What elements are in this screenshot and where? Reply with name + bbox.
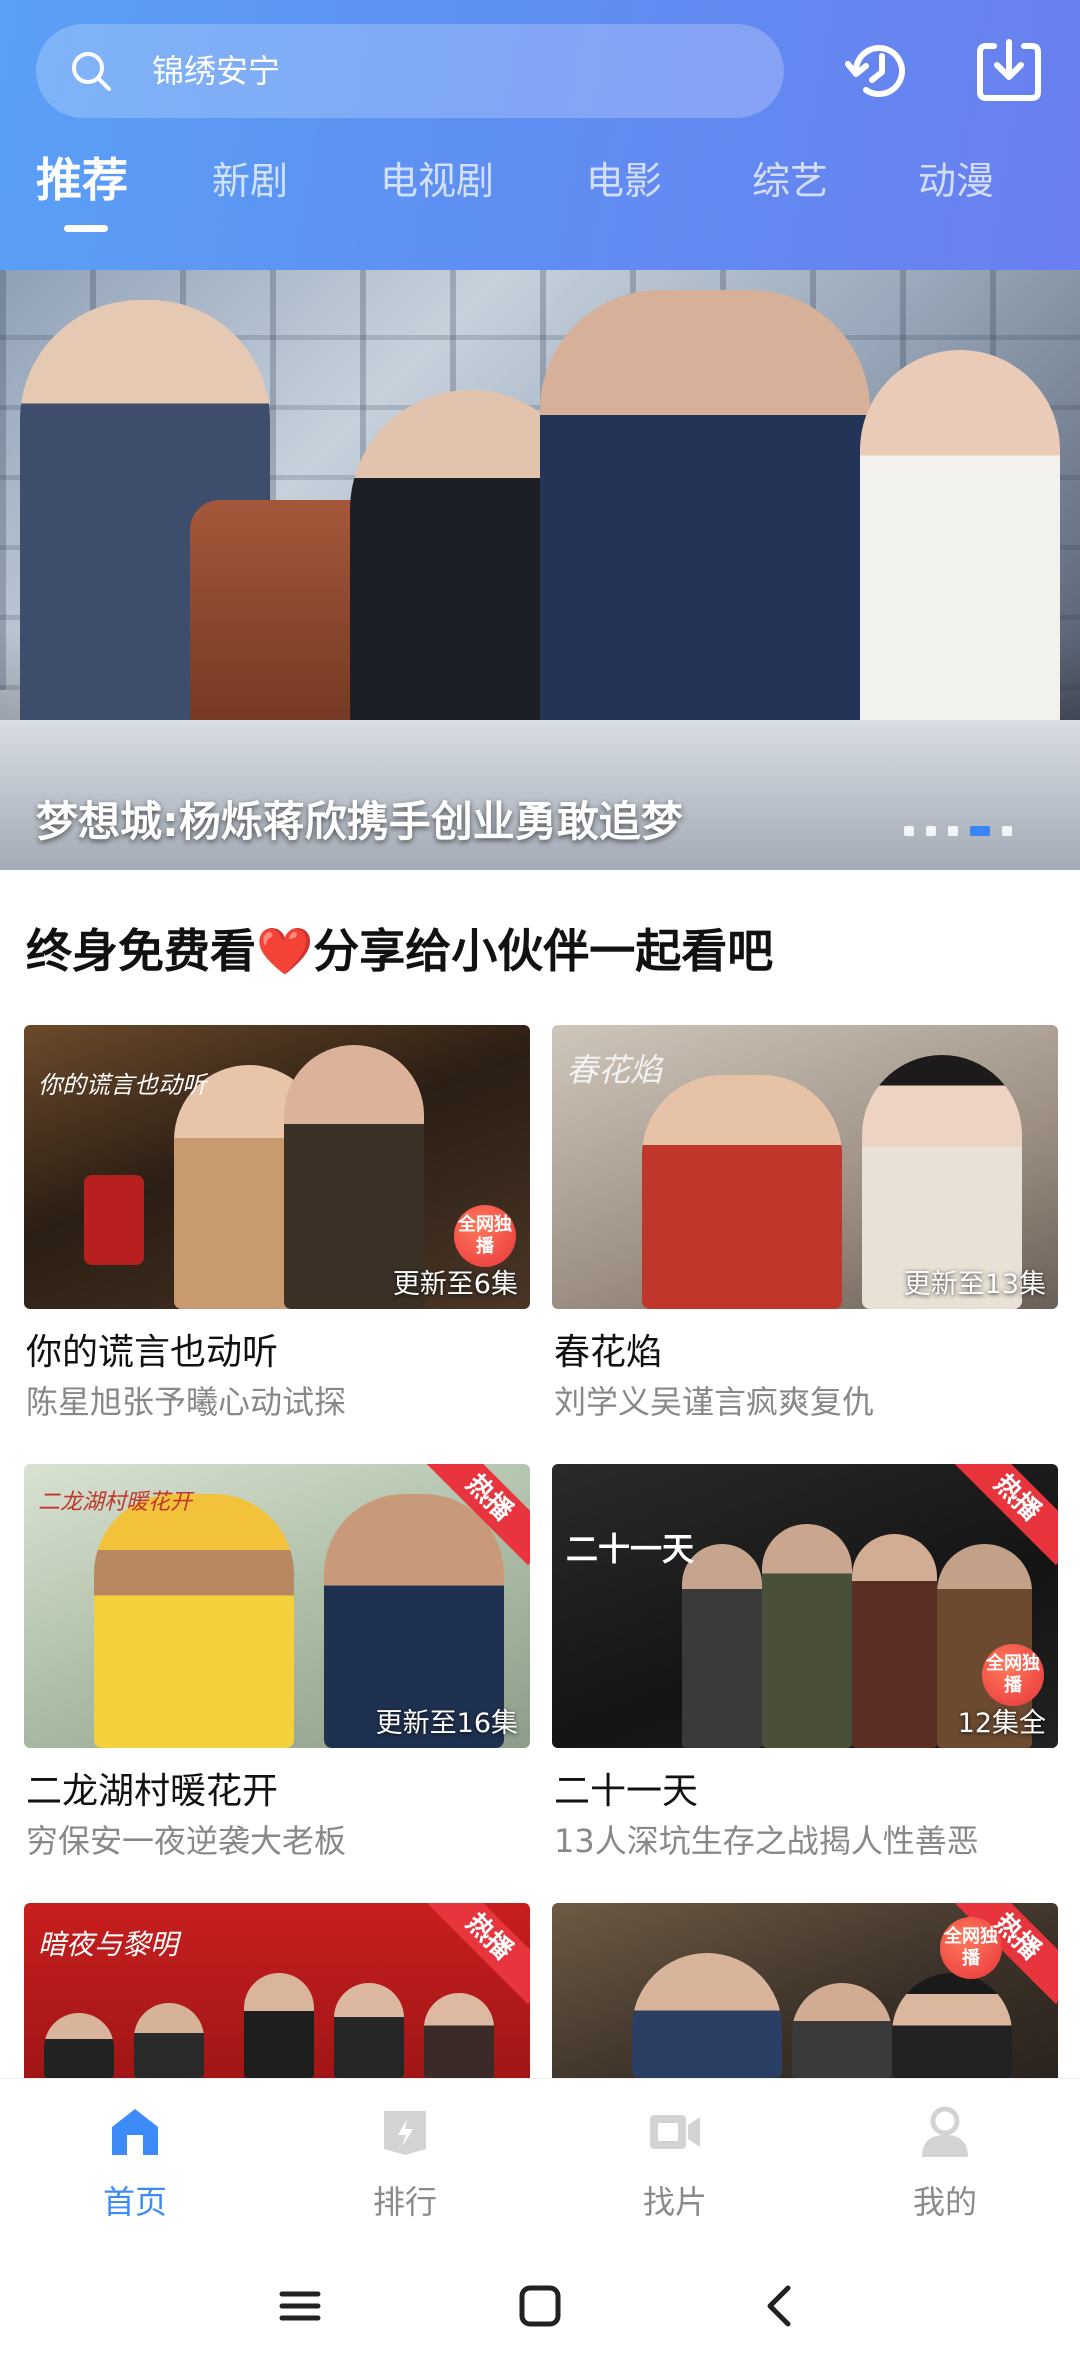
episode-badge: 更新至6集 [392, 1269, 518, 1300]
profile-icon [922, 2106, 968, 2157]
thumbnail-logo: 二十一天 [566, 1530, 695, 1568]
video-card[interactable]: 你的谎言也动听 全网独播 更新至6集 你的谎言也动听 陈星旭张予曦心动试探 [24, 1025, 530, 1421]
header: 锦绣安宁 推荐 新剧 电视剧 电影 综艺 动漫 [0, 0, 1080, 270]
video-camera-icon [650, 2115, 700, 2149]
home-icon [112, 2109, 158, 2155]
video-thumbnail[interactable]: 热播 全网独播 [552, 1903, 1058, 2078]
video-thumbnail[interactable]: 春花焰 更新至13集 [552, 1025, 1058, 1309]
video-card[interactable]: 二十一天 热播 全网独播 12集全 二十一天 13人深坑生存之战揭人性善恶 [552, 1464, 1058, 1860]
nav-profile-label: 我的 [912, 2183, 977, 2221]
carousel-dots [904, 826, 1012, 836]
tab-tv-series[interactable]: 电视剧 [380, 150, 494, 230]
nav-profile[interactable]: 我的 [810, 2079, 1080, 2239]
video-card[interactable]: 暗夜与黎明 热播 [24, 1903, 530, 2078]
search-bar[interactable]: 锦绣安宁 [36, 24, 784, 118]
home-button-icon[interactable] [512, 2278, 568, 2334]
nav-home[interactable]: 首页 [0, 2079, 270, 2239]
video-subtitle: 陈星旭张予曦心动试探 [26, 1383, 347, 1421]
category-tabs: 推荐 新剧 电视剧 电影 综艺 动漫 [0, 150, 1080, 240]
episode-badge: 更新至16集 [375, 1708, 518, 1739]
search-icon [72, 52, 111, 91]
thumbnail-figure [632, 1953, 782, 2078]
carousel-dot [948, 826, 958, 836]
carousel-dot [926, 826, 936, 836]
nav-ranking-label: 排行 [372, 2183, 437, 2221]
tab-new-series[interactable]: 新剧 [212, 150, 288, 230]
video-card[interactable]: 二龙湖村暖花开 热播 更新至16集 二龙湖村暖花开 穷保安一夜逆袭大老板 [24, 1464, 530, 1860]
tab-anime[interactable]: 动漫 [918, 150, 994, 230]
thumbnail-logo: 春花焰 [566, 1051, 663, 1089]
thumbnail-figure [892, 1973, 1012, 2078]
app-screen: 锦绣安宁 推荐 新剧 电视剧 电影 综艺 动漫 梦想城:杨烁蒋欣携手创业勇敢追梦… [0, 0, 1080, 2371]
thumbnail-figure [44, 2013, 114, 2078]
system-navigation-bar [0, 2238, 1080, 2371]
video-title[interactable]: 二龙湖村暖花开 [26, 1762, 278, 1814]
video-thumbnail[interactable]: 二十一天 热播 全网独播 12集全 [552, 1464, 1058, 1748]
nav-discover[interactable]: 找片 [540, 2079, 810, 2239]
video-thumbnail[interactable]: 你的谎言也动听 全网独播 更新至6集 [24, 1025, 530, 1309]
tab-recommended[interactable]: 推荐 [36, 144, 128, 224]
thumbnail-figure [682, 1544, 762, 1748]
history-icon[interactable] [842, 34, 916, 108]
thumbnail-figure [134, 2003, 204, 2078]
thumbnail-taillight [84, 1175, 144, 1265]
video-thumbnail[interactable]: 暗夜与黎明 热播 [24, 1903, 530, 2078]
thumbnail-figure [792, 1983, 892, 2078]
tab-variety[interactable]: 综艺 [752, 150, 828, 230]
banner-carousel[interactable]: 梦想城:杨烁蒋欣携手创业勇敢追梦 [0, 270, 1080, 870]
video-title[interactable]: 二十一天 [554, 1762, 698, 1814]
exclusive-badge: 全网独播 [982, 1644, 1044, 1706]
download-icon[interactable] [972, 34, 1046, 108]
active-tab-indicator [64, 225, 108, 232]
video-card[interactable]: 热播 全网独播 [552, 1903, 1058, 2078]
episode-badge: 更新至13集 [903, 1269, 1046, 1300]
hot-ribbon: 热播 [421, 1903, 530, 2005]
carousel-dot [904, 826, 914, 836]
menu-icon[interactable] [272, 2278, 328, 2334]
bottom-navigation: 首页 排行 找片 我的 [0, 2078, 1080, 2238]
nav-ranking[interactable]: 排行 [270, 2079, 540, 2239]
video-subtitle: 13人深坑生存之战揭人性善恶 [554, 1822, 979, 1860]
nav-discover-label: 找片 [642, 2183, 707, 2221]
section-title-text: 终身免费看 [26, 924, 256, 978]
video-subtitle: 刘学义吴谨言疯爽复仇 [554, 1383, 875, 1421]
back-icon[interactable] [752, 2278, 808, 2334]
thumbnail-logo: 暗夜与黎明 [38, 1928, 179, 1961]
video-title[interactable]: 春花焰 [554, 1323, 662, 1375]
episode-badge: 12集全 [957, 1708, 1046, 1739]
video-subtitle: 穷保安一夜逆袭大老板 [26, 1822, 347, 1860]
carousel-dot [1002, 826, 1012, 836]
search-query[interactable]: 锦绣安宁 [152, 24, 280, 118]
section-title-text: 分享给小伙伴一起看吧 [313, 924, 774, 978]
thumbnail-figure [852, 1534, 937, 1748]
thumbnail-figure [244, 1973, 314, 2078]
video-title[interactable]: 你的谎言也动听 [26, 1323, 278, 1375]
thumbnail-figure [94, 1494, 294, 1748]
video-card[interactable]: 春花焰 更新至13集 春花焰 刘学义吴谨言疯爽复仇 [552, 1025, 1058, 1421]
heart-icon: ❤️ [256, 924, 314, 978]
thumbnail-figure [642, 1075, 842, 1309]
banner-caption: 梦想城:杨烁蒋欣携手创业勇敢追梦 [36, 797, 683, 846]
exclusive-badge: 全网独播 [454, 1205, 516, 1267]
tab-movies[interactable]: 电影 [586, 150, 662, 230]
thumbnail-figure [762, 1524, 852, 1748]
nav-home-label: 首页 [102, 2183, 167, 2221]
exclusive-badge: 全网独播 [940, 1917, 1002, 1979]
thumbnail-logo: 你的谎言也动听 [38, 1071, 206, 1099]
carousel-dot-active [970, 826, 990, 836]
ranking-icon [384, 2111, 426, 2155]
section-title: 终身免费看❤️分享给小伙伴一起看吧 [26, 915, 773, 981]
thumbnail-figure [334, 1983, 404, 2078]
video-thumbnail[interactable]: 二龙湖村暖花开 热播 更新至16集 [24, 1464, 530, 1748]
thumbnail-logo: 二龙湖村暖花开 [38, 1490, 193, 1515]
thumbnail-figure [424, 1993, 494, 2078]
